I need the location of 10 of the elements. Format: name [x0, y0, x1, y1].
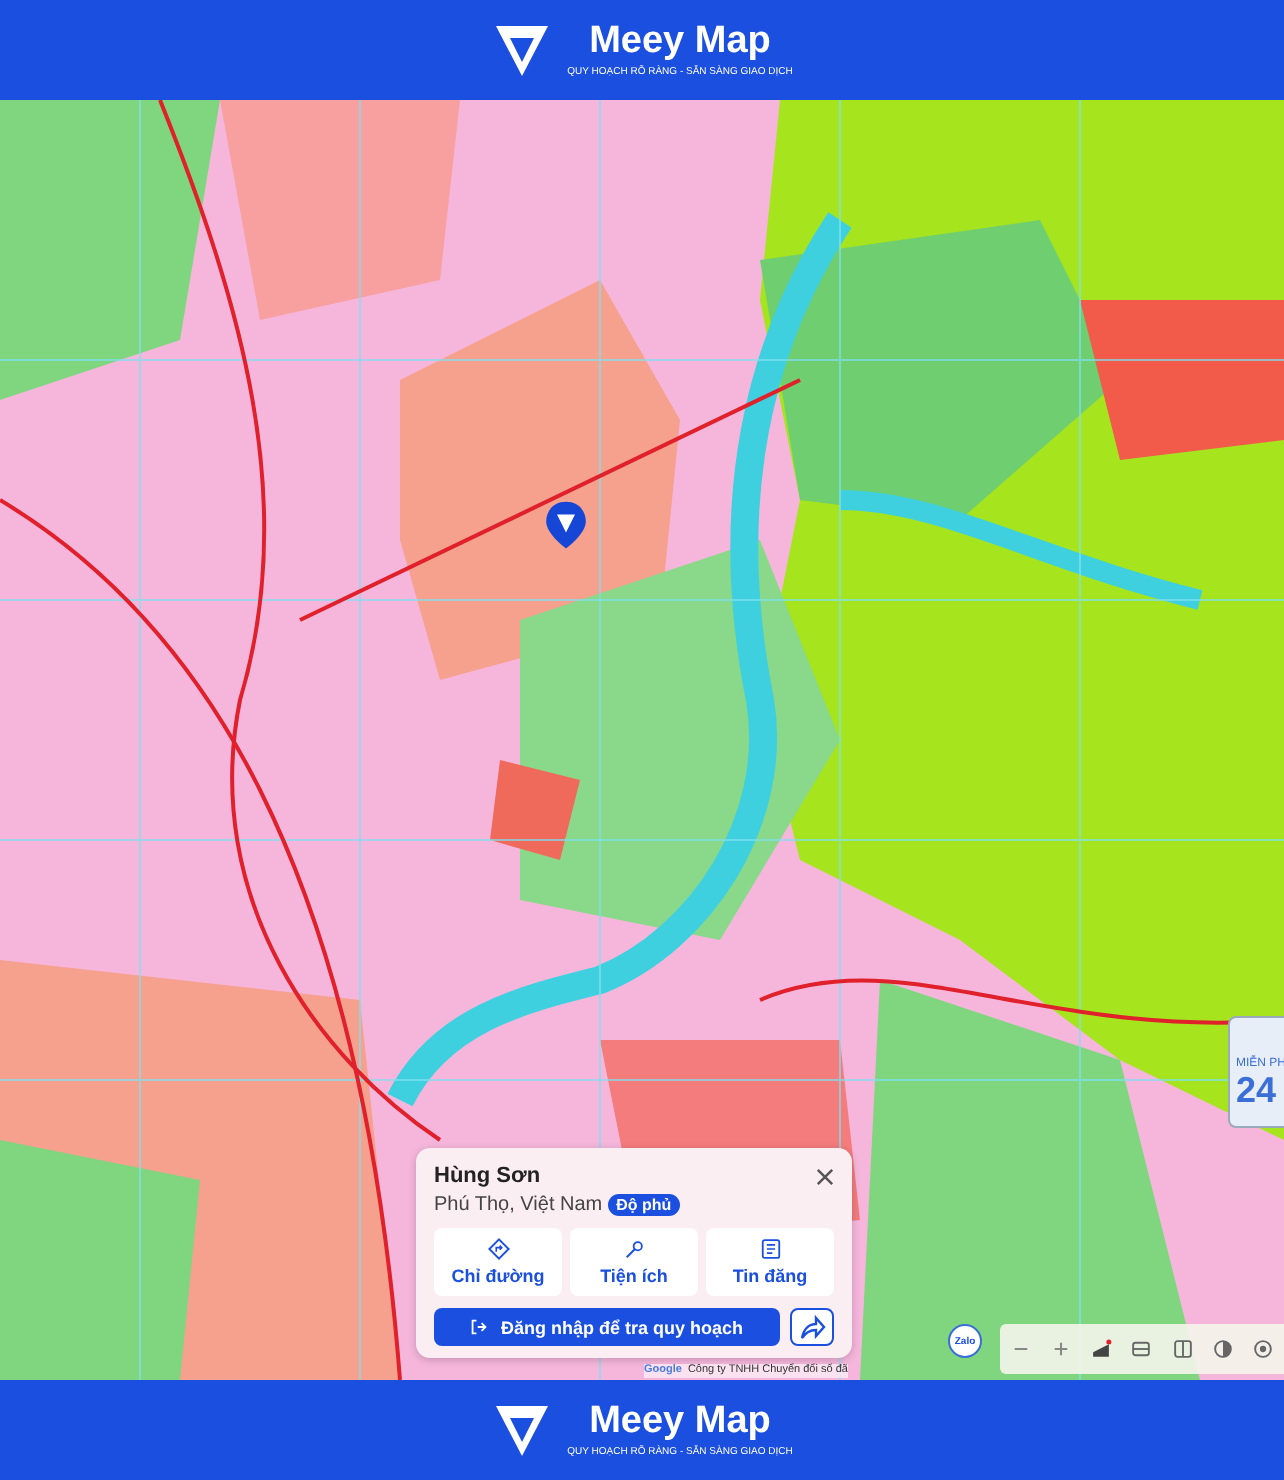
action-button[interactable]: Chỉ đường [434, 1228, 562, 1296]
brand-name: Meey Map [589, 20, 771, 64]
brand-name: Meey Map [589, 1400, 771, 1444]
action-button[interactable]: Tin đăng [706, 1228, 834, 1296]
coverage-badge[interactable]: Độ phủ [608, 1194, 680, 1216]
place-region: Phú Thọ, Việt Nam [434, 1194, 603, 1216]
login-button[interactable]: Đăng nhập để tra quy hoạch [434, 1308, 780, 1346]
action-button[interactable]: Tiện ích [570, 1228, 698, 1296]
place-title: Hùng Sơn [434, 1164, 543, 1188]
ad-value: 24 [1236, 1070, 1279, 1110]
